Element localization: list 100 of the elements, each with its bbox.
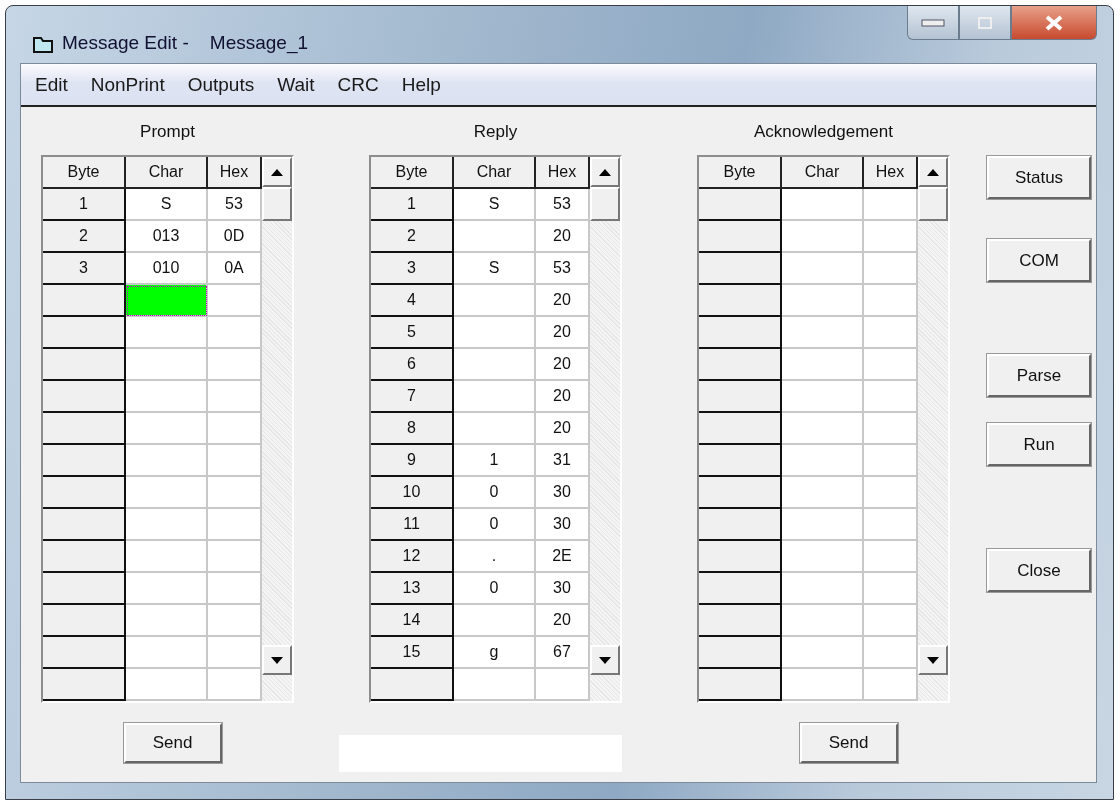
table-cell[interactable] [126,541,208,573]
table-cell[interactable] [864,317,918,349]
table-cell[interactable] [126,509,208,541]
table-cell[interactable]: 0D [208,221,262,253]
scroll-thumb[interactable] [262,187,292,221]
table-cell[interactable] [864,541,918,573]
menu-item[interactable]: Edit [35,73,68,96]
table-cell[interactable] [782,605,864,637]
minimize-button[interactable] [907,6,959,40]
table-cell[interactable]: 010 [126,253,208,285]
side-button[interactable]: COM [987,239,1091,282]
table-cell[interactable] [208,573,262,605]
table-cell[interactable] [782,541,864,573]
table-cell[interactable] [208,637,262,669]
table-cell[interactable] [864,637,918,669]
close-button[interactable] [1011,6,1097,40]
table-cell[interactable]: S [126,189,208,221]
side-button[interactable]: Run [987,423,1091,466]
table-cell[interactable] [782,413,864,445]
vertical-scrollbar[interactable] [262,157,292,701]
side-button[interactable]: Status [987,156,1091,199]
menu-item[interactable]: Outputs [187,73,255,96]
table-cell[interactable]: 1 [454,445,536,477]
table-cell[interactable] [782,349,864,381]
table-cell[interactable]: 20 [536,221,590,253]
table-cell[interactable]: 67 [536,637,590,669]
table-cell[interactable] [126,381,208,413]
table-cell[interactable] [864,285,918,317]
table-cell[interactable]: 53 [536,253,590,285]
table-cell[interactable] [126,573,208,605]
table-cell[interactable] [864,413,918,445]
table-cell[interactable]: 30 [536,509,590,541]
maximize-button[interactable] [959,6,1011,40]
table-cell[interactable] [864,189,918,221]
table-cell[interactable]: 20 [536,317,590,349]
table-cell[interactable] [454,221,536,253]
table-cell[interactable] [864,477,918,509]
menu-item[interactable]: Help [401,73,441,96]
table-cell[interactable] [454,413,536,445]
table-cell[interactable]: 0 [454,509,536,541]
scroll-thumb[interactable] [918,187,948,221]
table-cell[interactable] [782,669,864,701]
table-cell[interactable] [126,349,208,381]
table-cell[interactable] [126,477,208,509]
scroll-down-button[interactable] [918,645,948,675]
table-cell[interactable] [126,637,208,669]
table-cell[interactable]: 20 [536,349,590,381]
table-cell[interactable]: S [454,253,536,285]
data-grid[interactable]: Byte Char Hex 1 S 53 2 20 3 S 53 4 20 5 20 6 20 7 20 8 20 9 1 31 10 0 30 11 0 30 12 . 2E 13 0 30 14 20 15 g 67 [369,155,622,703]
vertical-scrollbar[interactable] [918,157,948,701]
table-cell[interactable] [208,477,262,509]
table-cell[interactable] [782,509,864,541]
table-cell[interactable]: 53 [208,189,262,221]
side-button[interactable]: Close [987,549,1091,592]
table-cell[interactable] [208,509,262,541]
table-cell[interactable] [208,669,262,701]
table-cell[interactable] [454,349,536,381]
table-cell[interactable] [782,189,864,221]
table-cell[interactable]: 20 [536,381,590,413]
table-cell[interactable] [126,445,208,477]
table-cell[interactable] [864,509,918,541]
table-cell[interactable] [536,669,590,701]
scroll-thumb[interactable] [590,187,620,221]
table-cell[interactable] [864,253,918,285]
table-cell[interactable]: 2E [536,541,590,573]
table-cell[interactable] [208,605,262,637]
table-cell[interactable] [782,317,864,349]
vertical-scrollbar[interactable] [590,157,620,701]
table-cell[interactable] [208,349,262,381]
table-cell[interactable] [782,253,864,285]
send-button[interactable]: Send [799,723,898,763]
table-cell[interactable] [454,285,536,317]
scroll-up-button[interactable] [590,157,620,187]
table-cell[interactable] [782,573,864,605]
table-cell[interactable] [126,605,208,637]
table-cell[interactable] [208,317,262,349]
table-cell[interactable] [454,669,536,701]
table-cell[interactable]: 0 [454,477,536,509]
table-cell[interactable]: 0 [454,573,536,605]
menu-item[interactable]: NonPrint [90,73,165,96]
data-grid[interactable]: Byte Char Hex 1 S 53 2 013 0D 3 010 0A [41,155,294,703]
table-cell[interactable] [864,349,918,381]
table-cell[interactable]: 20 [536,605,590,637]
table-cell[interactable] [782,445,864,477]
table-cell[interactable] [864,605,918,637]
table-cell[interactable] [782,221,864,253]
table-cell[interactable]: 20 [536,285,590,317]
table-cell[interactable] [782,637,864,669]
table-cell[interactable] [126,669,208,701]
scroll-down-button[interactable] [262,645,292,675]
table-cell[interactable] [208,413,262,445]
table-cell[interactable] [208,445,262,477]
scroll-up-button[interactable] [262,157,292,187]
table-cell[interactable] [126,285,208,317]
side-button[interactable]: Parse [987,354,1091,397]
menu-item[interactable]: CRC [337,73,379,96]
table-cell[interactable] [782,285,864,317]
table-cell[interactable] [208,541,262,573]
table-cell[interactable]: . [454,541,536,573]
scroll-up-button[interactable] [918,157,948,187]
